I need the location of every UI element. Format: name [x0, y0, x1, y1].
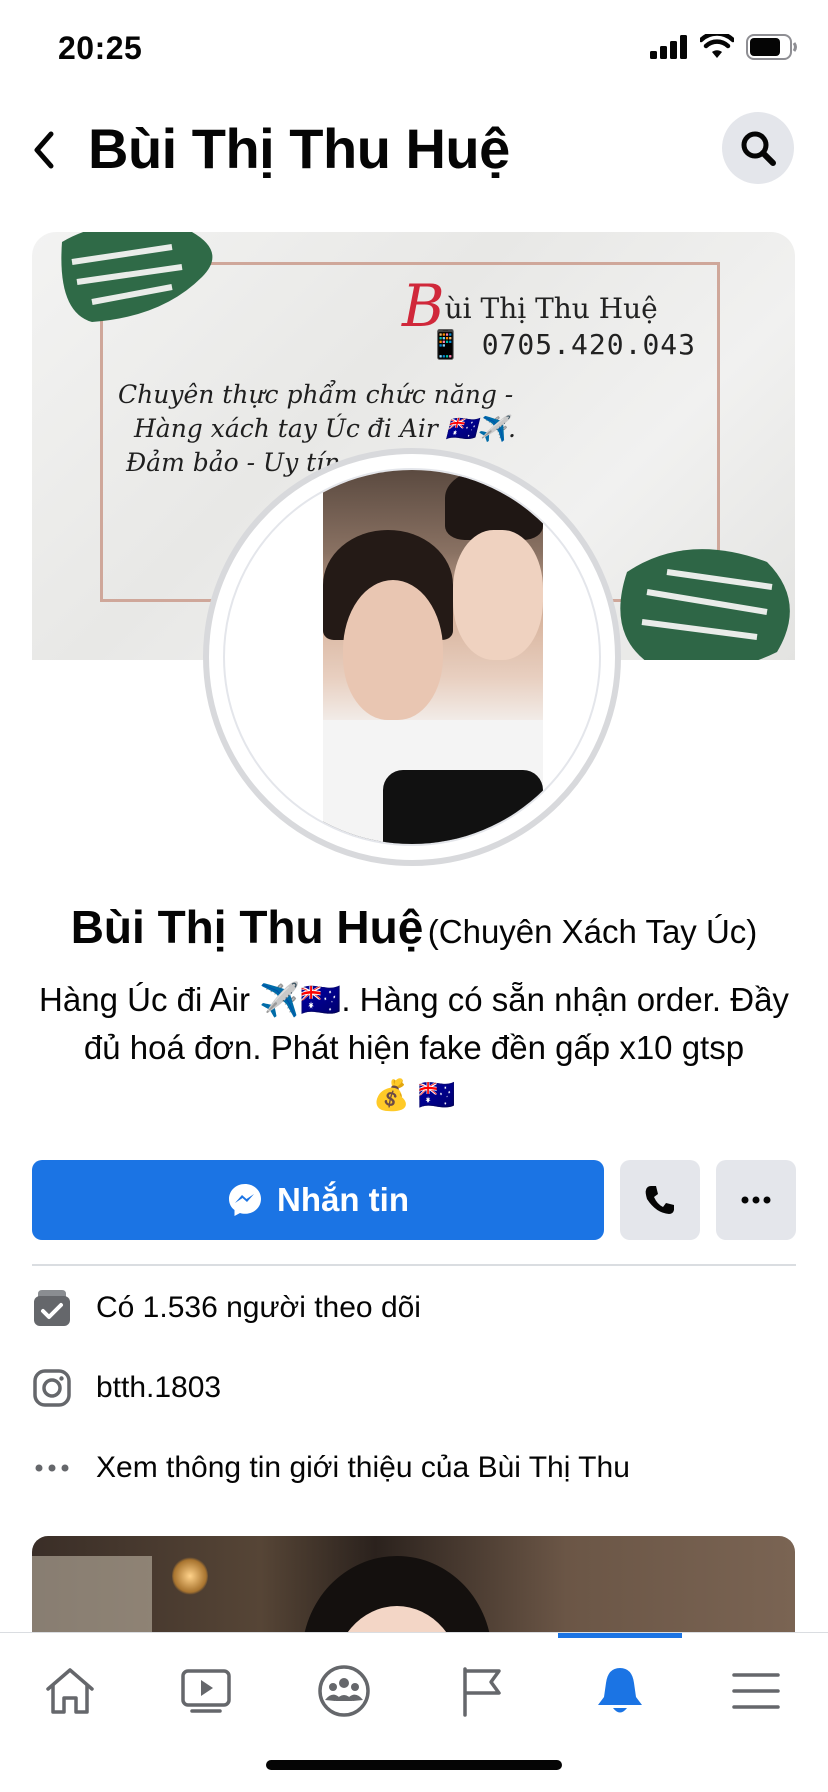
nav-menu[interactable]: [712, 1655, 800, 1727]
nav-pages[interactable]: [438, 1655, 526, 1727]
more-options-button[interactable]: [716, 1160, 796, 1240]
avatar-detail: [453, 530, 543, 660]
more-horizontal-icon: [741, 1196, 771, 1204]
search-button[interactable]: [722, 112, 794, 184]
instagram-handle: btth.1803: [96, 1371, 222, 1404]
profile-category: (Chuyên Xách Tay Úc): [427, 913, 758, 950]
pages-flag-icon: [463, 1667, 501, 1717]
cover-phone: 📱 0705.420.043: [428, 328, 697, 361]
about-row[interactable]: Xem thông tin giới thiệu của Bùi Thị Thu: [32, 1438, 796, 1498]
notifications-bell-icon: [598, 1668, 642, 1713]
about-icon-wrap: [32, 1448, 72, 1488]
home-icon: [46, 1668, 94, 1714]
preview-lamp: [172, 1556, 208, 1596]
call-button[interactable]: [620, 1160, 700, 1240]
groups-icon: [318, 1665, 370, 1717]
back-button[interactable]: [18, 122, 70, 178]
follow-check-icon: [34, 1290, 70, 1326]
phone-icon: [645, 1186, 674, 1214]
status-bar: 20:25: [0, 0, 828, 100]
page-title: Bùi Thị Thu Huệ: [88, 117, 510, 180]
avatar-image: [223, 468, 601, 846]
followers-row[interactable]: Có 1.536 người theo dõi: [32, 1278, 796, 1338]
monstera-leaf-top-left: [61, 232, 213, 322]
followers-icon: [32, 1288, 72, 1328]
instagram-icon: [33, 1369, 71, 1407]
battery-icon: [746, 34, 797, 60]
monstera-leaf-bottom-right: [620, 549, 790, 660]
cover-line-2: Hàng xách tay Úc đi Air 🇦🇺✈️.: [134, 414, 516, 443]
nav-notifications[interactable]: [576, 1655, 664, 1727]
status-icons: [650, 34, 798, 60]
avatar-photo: [323, 470, 543, 844]
menu-icon: [732, 1673, 780, 1709]
instagram-icon-wrap: [32, 1368, 72, 1408]
search-icon: [741, 131, 776, 166]
wifi-icon: [700, 34, 734, 58]
nav-watch[interactable]: [162, 1655, 250, 1727]
home-indicator: [266, 1760, 562, 1770]
instagram-row[interactable]: btth.1803: [32, 1358, 796, 1418]
profile-avatar[interactable]: [203, 448, 621, 866]
message-button-label: Nhắn tin: [277, 1181, 409, 1218]
avatar-detail: [343, 580, 443, 720]
profile-bio: Hàng Úc đi Air ✈️🇦🇺. Hàng có sẵn nhận or…: [39, 981, 789, 1066]
more-horizontal-icon: [35, 1464, 69, 1472]
messenger-icon: [229, 1184, 261, 1216]
nav-active-indicator: [558, 1633, 682, 1638]
profile-bio-emoji: 💰 🇦🇺: [372, 1079, 456, 1112]
avatar-detail: [383, 770, 543, 844]
cover-line-1: Chuyên thực phẩm chức năng -: [118, 380, 514, 409]
nav-home[interactable]: [26, 1655, 114, 1727]
page-header: Bùi Thị Thu Huệ: [0, 100, 828, 200]
message-button[interactable]: Nhắn tin: [32, 1160, 604, 1240]
divider: [32, 1264, 796, 1266]
about-text: Xem thông tin giới thiệu của Bùi Thị Thu: [96, 1451, 630, 1484]
profile-name-row: Bùi Thị Thu Huệ (Chuyên Xách Tay Úc): [0, 900, 828, 954]
profile-name: Bùi Thị Thu Huệ: [70, 901, 424, 953]
video-icon: [181, 1669, 231, 1713]
followers-text: Có 1.536 người theo dõi: [96, 1291, 421, 1324]
cover-signature-text: ùi Thị Thu Huệ: [444, 292, 658, 325]
status-time: 20:25: [58, 30, 143, 66]
chevron-left-icon: [34, 131, 54, 169]
nav-groups[interactable]: [300, 1655, 388, 1727]
cellular-signal-icon: [650, 35, 687, 59]
